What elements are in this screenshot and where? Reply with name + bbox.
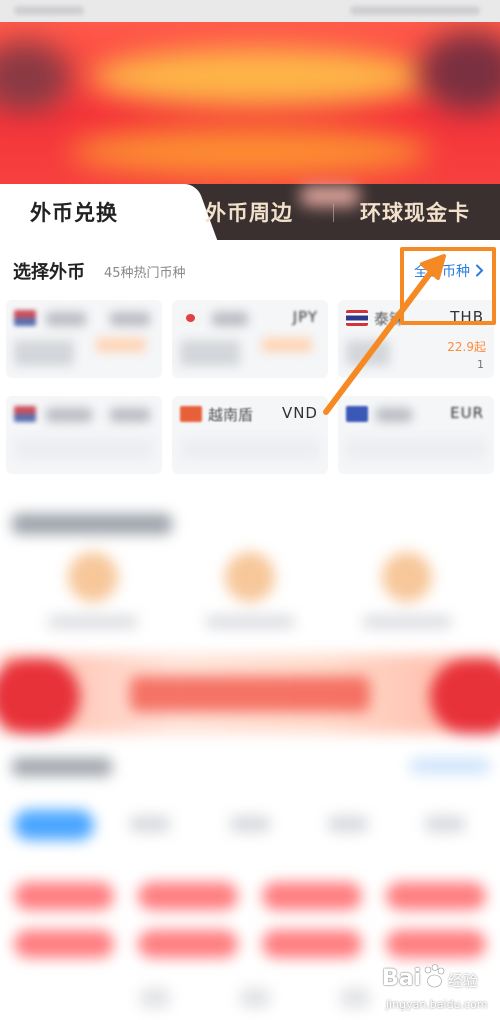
promo-text-blur <box>130 676 370 712</box>
bottom-nav-item[interactable] <box>240 988 270 1008</box>
product-button[interactable] <box>14 930 114 958</box>
product-button[interactable] <box>14 882 114 910</box>
promo-banner[interactable] <box>0 22 500 192</box>
service-icon[interactable] <box>225 552 275 602</box>
watermark-cn: 经验 <box>448 972 479 990</box>
product-button[interactable] <box>138 882 238 910</box>
product-button[interactable] <box>386 882 486 910</box>
blurred-heading <box>12 514 172 534</box>
banner-blur-shape <box>420 32 500 112</box>
banner-blur-shape <box>90 47 430 107</box>
filter-pill[interactable] <box>130 816 170 832</box>
product-button[interactable] <box>262 930 362 958</box>
product-button[interactable] <box>262 882 362 910</box>
filter-pill-active[interactable] <box>14 810 94 840</box>
status-bar <box>0 0 500 22</box>
service-caption <box>362 616 452 628</box>
filter-pill[interactable] <box>328 816 368 832</box>
blurred-heading <box>12 758 112 776</box>
paw-icon <box>424 964 445 988</box>
tab-divider <box>333 204 334 222</box>
banner-blur-shape <box>70 127 430 177</box>
blurred-lower-content <box>0 240 500 1020</box>
tab-currency-peripheral[interactable]: 外币周边 <box>205 197 293 227</box>
watermark-url: jingyan.baidu.com <box>386 998 488 1011</box>
product-button[interactable] <box>386 930 486 958</box>
tab-global-cash-card[interactable]: 环球现金卡 <box>360 197 470 227</box>
banner-blur-shape <box>0 42 70 112</box>
bottom-nav-item[interactable] <box>140 988 170 1008</box>
filter-pill[interactable] <box>230 816 270 832</box>
service-icon[interactable] <box>68 552 118 602</box>
filter-pill[interactable] <box>425 816 465 832</box>
promo-shape <box>0 659 80 734</box>
status-time-blur <box>14 6 84 15</box>
annotation-highlight-box <box>400 247 496 325</box>
product-button[interactable] <box>138 930 238 958</box>
main-content: 选择外币 45种热门币种 全部币种 JPY 泰铢 THB 22.9起 1 越南盾… <box>0 240 500 1020</box>
tab-overlay-blur <box>300 186 360 206</box>
tab-bar: 外币兑换 外币周边 环球现金卡 <box>0 184 500 240</box>
watermark-logo: Bai <box>382 966 422 991</box>
service-caption <box>205 616 295 628</box>
promo-strip[interactable] <box>0 654 500 734</box>
status-icons-blur <box>350 6 480 15</box>
bottom-nav-item[interactable] <box>340 988 370 1008</box>
tab-currency-exchange[interactable]: 外币兑换 <box>30 197 118 227</box>
service-caption <box>48 616 138 628</box>
service-icon[interactable] <box>382 552 432 602</box>
blurred-link <box>410 758 490 774</box>
watermark: Bai 经验 jingyan.baidu.com <box>380 960 495 1015</box>
promo-shape <box>430 659 500 734</box>
